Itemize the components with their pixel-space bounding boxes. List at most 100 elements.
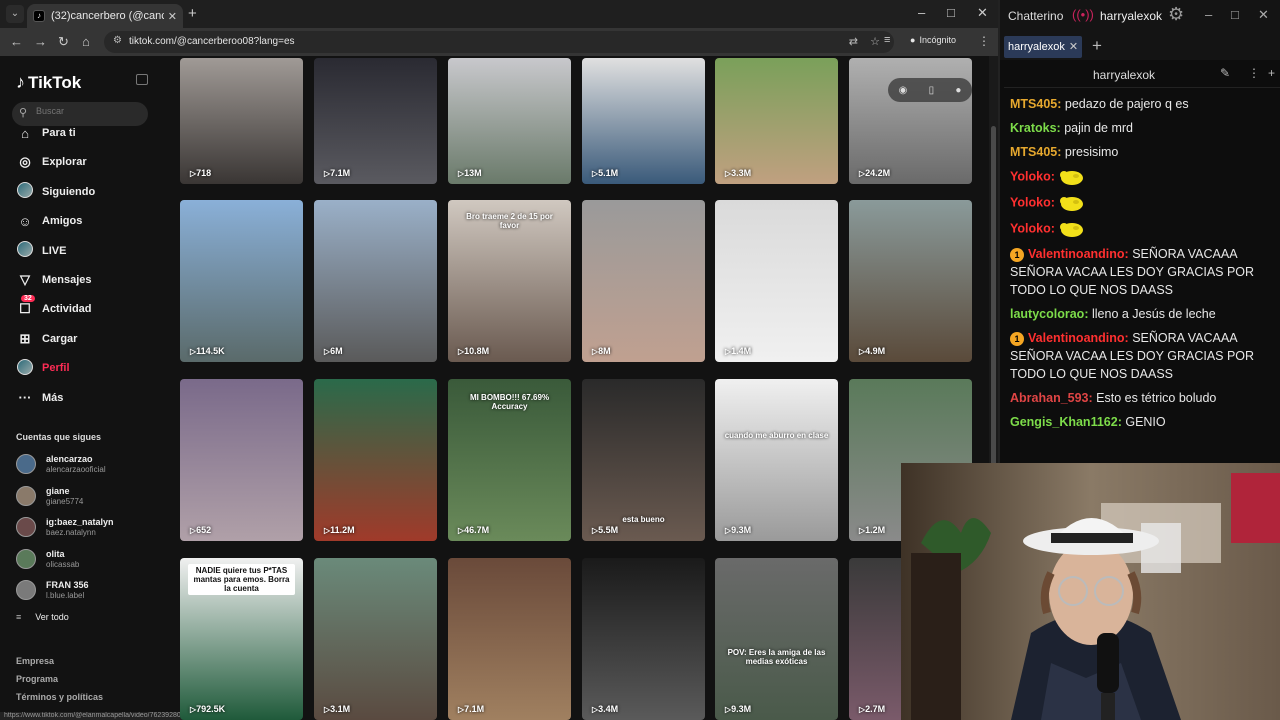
followed-account[interactable]: olita olicassab — [16, 547, 156, 573]
footer-program-link[interactable]: Programa — [16, 674, 58, 684]
chat-username[interactable]: Yoloko: — [1010, 195, 1055, 209]
chat-message[interactable]: Gengis_Khan1162: GENIO — [1004, 410, 1276, 434]
video-thumbnail[interactable]: 5.1M — [582, 58, 705, 184]
add-tab-icon[interactable]: + — [1092, 36, 1102, 56]
video-thumbnail[interactable]: 11.2M — [314, 379, 437, 541]
video-thumbnail[interactable]: 7.1M — [448, 558, 571, 720]
video-thumbnail[interactable]: 13M — [448, 58, 571, 184]
followed-account[interactable]: alencarzao alencarzaooficial — [16, 452, 156, 478]
search-input[interactable] — [36, 106, 136, 116]
nav-item-mensajes[interactable]: ▽ Mensajes — [0, 268, 165, 292]
close-window-icon[interactable]: ✕ — [977, 5, 988, 21]
video-thumbnail[interactable]: 4.9M — [849, 200, 972, 362]
forward-icon[interactable]: → — [34, 34, 47, 49]
tiktok-logo[interactable]: ♪ TikTok — [16, 72, 81, 93]
nav-item-explorar[interactable]: ◎ Explorar — [0, 150, 165, 174]
chat-message[interactable]: Abrahan_593: Esto es tétrico boludo — [1004, 386, 1276, 410]
maximize-icon[interactable]: □ — [947, 5, 955, 20]
see-all-link[interactable]: ≡ Ver todo — [16, 612, 69, 622]
video-thumbnail[interactable]: NADIE quiere tus P*TAS mantas para emos.… — [180, 558, 303, 720]
chat-username[interactable]: MTS405: — [1010, 97, 1061, 111]
chat-username[interactable]: lautycolorao: — [1010, 307, 1089, 321]
close-tab-icon[interactable]: ✕ — [168, 10, 177, 23]
chat-message[interactable]: 1 Valentinoandino: SEÑORA VACAAA SEÑORA V… — [1004, 242, 1276, 302]
site-info-icon[interactable]: ⚙ — [113, 35, 122, 46]
back-icon[interactable]: ← — [10, 34, 23, 49]
close-chat-tab-icon[interactable]: ✕ — [1069, 41, 1078, 53]
reload-icon[interactable]: ↻ — [58, 34, 69, 50]
collapse-sidebar-icon[interactable] — [136, 74, 148, 85]
video-thumbnail[interactable]: esta bueno 5.5M — [582, 379, 705, 541]
chat-username[interactable]: Yoloko: — [1010, 169, 1055, 183]
video-thumbnail[interactable]: Bro traeme 2 de 15 por favor 10.8M — [448, 200, 571, 362]
chat-message[interactable]: Yoloko: — [1004, 164, 1276, 190]
nav-item-más[interactable]: ··· Más — [0, 386, 165, 410]
tab-search-icon[interactable]: ⌄ — [6, 5, 24, 23]
video-thumbnail[interactable]: 1.4M — [715, 200, 838, 362]
video-thumbnail[interactable]: 652 — [180, 379, 303, 541]
address-bar[interactable]: ⚙ tiktok.com/@cancerberoo08?lang=es ⇄ ☆ — [104, 31, 894, 53]
translate-icon[interactable]: ⇄ — [849, 35, 858, 48]
followed-account[interactable]: giane giane5774 — [16, 484, 156, 510]
chat-message[interactable]: MTS405: pedazo de pajero q es — [1004, 92, 1276, 116]
video-thumbnail[interactable]: 24.2M — [849, 58, 972, 184]
video-thumbnail[interactable]: 3.4M — [582, 558, 705, 720]
nav-item-amigos[interactable]: ☺ Amigos — [0, 209, 165, 233]
chat-message[interactable]: Yoloko: — [1004, 190, 1276, 216]
chat-username[interactable]: Valentinoandino: — [1028, 247, 1129, 261]
followed-account[interactable]: FRAN 356 l.blue.label — [16, 578, 156, 604]
new-tab-icon[interactable]: + — [188, 5, 197, 22]
chat-menu-icon[interactable]: ⋮ — [1248, 66, 1260, 80]
followed-account[interactable]: ig:baez_natalyn baez.natalynn — [16, 515, 156, 541]
nav-item-actividad[interactable]: ☐ 32 Actividad — [0, 295, 165, 321]
chat-username[interactable]: Abrahan_593: — [1010, 391, 1093, 405]
footer-company-link[interactable]: Empresa — [16, 656, 54, 666]
video-thumbnail[interactable]: cuando me aburro en clase 9.3M — [715, 379, 838, 541]
chat-message[interactable]: 1 Valentinoandino: SEÑORA VACAAA SEÑORA V… — [1004, 326, 1276, 386]
cow-emote-icon — [1060, 223, 1084, 237]
edit-icon[interactable]: ✎ — [1220, 66, 1230, 80]
chat-username[interactable]: Yoloko: — [1010, 221, 1055, 235]
chat-message[interactable]: MTS405: presisimo — [1004, 140, 1276, 164]
chat-username[interactable]: Valentinoandino: — [1028, 331, 1129, 345]
reading-list-icon[interactable]: ≡ — [884, 34, 890, 46]
scrollbar-thumb[interactable] — [991, 126, 996, 466]
chat-message[interactable]: Kratoks: pajin de mrd — [1004, 116, 1276, 140]
nav-item-perfil[interactable]: Perfil — [0, 356, 165, 380]
nav-item-siguiendo[interactable]: Siguiendo — [0, 180, 165, 204]
video-thumbnail[interactable]: MI BOMBO!!! 67.69% Accuracy 46.7M — [448, 379, 571, 541]
chat-message[interactable]: lautycolorao: lleno a Jesús de leche — [1004, 302, 1276, 326]
close-window-icon[interactable]: ✕ — [1258, 7, 1269, 23]
video-thumbnail[interactable]: POV: Eres la amiga de las medias exótica… — [715, 558, 838, 720]
home-icon[interactable]: ⌂ — [82, 34, 90, 49]
video-thumbnail[interactable]: 114.5K — [180, 200, 303, 362]
nav-item-live[interactable]: LIVE — [0, 239, 165, 263]
nav-item-para-ti[interactable]: ⌂ Para ti — [0, 121, 165, 145]
minimize-icon[interactable]: – — [1205, 7, 1212, 22]
video-thumbnail[interactable]: 7.1M — [314, 58, 437, 184]
video-thumbnail[interactable]: 6M — [314, 200, 437, 362]
chat-messages[interactable]: MTS405: pedazo de pajero q es Kratoks: pa… — [1004, 92, 1276, 472]
video-thumbnail[interactable]: 8M — [582, 200, 705, 362]
phone-icon[interactable]: ▯ — [929, 85, 935, 96]
minimize-icon[interactable]: – — [918, 5, 925, 20]
bookmark-star-icon[interactable]: ☆ — [870, 35, 880, 48]
browser-menu-icon[interactable]: ⋮ — [978, 34, 990, 48]
chat-message[interactable]: Yoloko: — [1004, 216, 1276, 242]
chat-username[interactable]: Kratoks: — [1010, 121, 1061, 135]
chat-username[interactable]: MTS405: — [1010, 145, 1061, 159]
chat-username[interactable]: Gengis_Khan1162: — [1010, 415, 1122, 429]
maximize-icon[interactable]: □ — [1231, 7, 1239, 22]
footer-terms-link[interactable]: Términos y políticas — [16, 692, 103, 702]
nav-item-cargar[interactable]: ⊞ Cargar — [0, 327, 165, 351]
video-thumbnail[interactable]: 3.1M — [314, 558, 437, 720]
video-thumbnail[interactable]: 3.3M — [715, 58, 838, 184]
incognito-indicator[interactable]: ● Incógnito — [910, 35, 960, 45]
split-add-icon[interactable]: + — [1268, 66, 1275, 80]
video-thumbnail[interactable]: 718 — [180, 58, 303, 184]
compass-icon[interactable]: ◉ — [899, 85, 908, 96]
chat-tab[interactable]: harryalexok ✕ — [1004, 36, 1083, 58]
globe-icon[interactable]: ● — [955, 85, 961, 96]
browser-tab[interactable]: ♪ (32)cancerbero (@cancerbero0 ✕ — [27, 4, 183, 28]
settings-gear-icon[interactable]: ⚙ — [1168, 4, 1184, 25]
